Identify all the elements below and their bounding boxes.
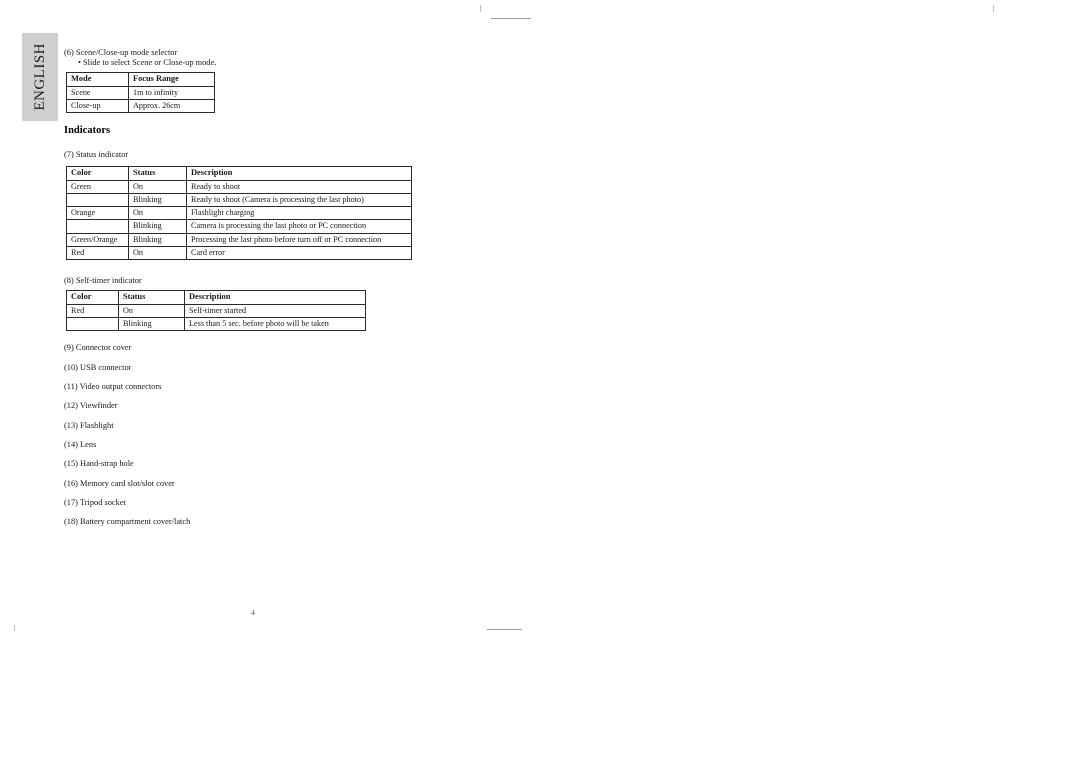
status-cell-color-3 (66, 219, 129, 234)
self-timer-indicator-table: Color Status Description Red On Self-tim… (66, 290, 366, 332)
status-cell-desc-5: Card error (186, 245, 412, 261)
selftimer-cell-status-1: Blinking (118, 316, 185, 332)
status-cell-desc-1: Ready to shoot (Camera is processing the… (186, 192, 412, 208)
table-row: Green/Orange Blinking Processing the las… (66, 232, 412, 247)
language-tab-left: ENGLISH (22, 33, 58, 121)
parts-list-item-15: (15) Hand-strap hole (64, 459, 134, 468)
table-row: Red On Self-timer started (66, 303, 366, 318)
parts-list-item-16: (16) Memory card slot/slot cover (64, 479, 175, 488)
parts-list-item-18: (18) Battery compartment cover/latch (64, 517, 191, 526)
focus-th-range: Focus Range (128, 72, 215, 87)
status-cell-color-1 (66, 193, 129, 208)
status-cell-desc-0: Ready to shoot (186, 179, 412, 194)
selftimer-th-status: Status (118, 290, 185, 305)
status-cell-status-4: Blinking (128, 232, 187, 247)
status-cell-status-3: Blinking (128, 219, 187, 234)
parts-list-item-17: (17) Tripod socket (64, 498, 126, 507)
item6-title: (6) Scene/Close-up mode selector (64, 48, 178, 57)
status-cell-color-2: Orange (66, 205, 129, 221)
parts-list-item-9: (9) Connector cover (64, 343, 132, 352)
status-cell-status-5: On (128, 245, 187, 261)
item8-title: (8) Self-timer indicator (64, 276, 142, 285)
focus-range-table: Mode Focus Range Scene 1m to infinity Cl… (66, 72, 215, 114)
status-cell-status-0: On (128, 179, 187, 194)
selftimer-cell-desc-0: Self-timer started (184, 303, 366, 318)
status-cell-status-1: Blinking (128, 192, 187, 208)
selftimer-cell-color-1 (66, 317, 119, 332)
table-row: Close-up Approx. 26cm (66, 98, 215, 114)
table-header-row: Mode Focus Range (66, 72, 215, 87)
focus-cell-mode-scene: Scene (66, 85, 129, 100)
table-header-row: Color Status Description (66, 290, 366, 305)
parts-list-item-10: (10) USB connector (64, 363, 132, 372)
table-row: Blinking Camera is processing the last p… (66, 219, 412, 234)
table-row: Red On Card error (66, 245, 412, 261)
status-cell-color-4: Green/Orange (66, 232, 129, 247)
item6-bullet: • Slide to select Scene or Close-up mode… (78, 58, 217, 67)
selftimer-th-color: Color (66, 290, 119, 305)
status-indicator-table: Color Status Description Green On Ready … (66, 166, 412, 261)
status-th-color: Color (66, 166, 129, 181)
parts-list-item-12: (12) Viewfinder (64, 401, 118, 410)
table-row: Blinking Ready to shoot (Camera is proce… (66, 192, 412, 208)
manual-page-spread: ENGLISH (6) Scene/Close-up mode selector… (0, 0, 1080, 763)
focus-cell-mode-closeup: Close-up (66, 98, 129, 114)
status-cell-status-2: On (128, 205, 187, 221)
table-row: Orange On Flashlight charging (66, 205, 412, 221)
status-cell-desc-4: Processing the last photo before turn of… (186, 232, 412, 247)
indicators-heading: Indicators (64, 125, 111, 136)
focus-cell-range-scene: 1m to infinity (128, 85, 215, 100)
right-page: ENGLISH CARD (540, 0, 1080, 763)
status-cell-desc-2: Flashlight charging (186, 205, 412, 221)
left-page: ENGLISH (6) Scene/Close-up mode selector… (0, 0, 540, 763)
table-row: Blinking Less than 5 sec. before photo w… (66, 316, 366, 332)
status-cell-desc-3: Camera is processing the last photo or P… (186, 219, 412, 234)
status-th-status: Status (128, 166, 187, 181)
parts-list-item-11: (11) Video output connectors (64, 382, 162, 391)
focus-th-mode: Mode (66, 72, 129, 87)
table-header-row: Color Status Description (66, 166, 412, 181)
selftimer-cell-desc-1: Less than 5 sec. before photo will be ta… (184, 316, 366, 332)
status-cell-color-0: Green (66, 179, 129, 194)
parts-list-item-13: (13) Flashlight (64, 421, 114, 430)
status-cell-color-5: Red (66, 245, 129, 261)
selftimer-cell-color-0: Red (66, 303, 119, 318)
status-th-description: Description (186, 166, 412, 181)
selftimer-cell-status-0: On (118, 303, 185, 318)
focus-cell-range-closeup: Approx. 26cm (128, 98, 215, 114)
left-page-number: 4 (251, 608, 255, 617)
language-tab-left-label: ENGLISH (31, 43, 48, 111)
parts-list-item-14: (14) Lens (64, 440, 97, 449)
item7-title: (7) Status indicator (64, 150, 129, 159)
table-row: Scene 1m to infinity (66, 85, 215, 100)
table-row: Green On Ready to shoot (66, 179, 412, 194)
selftimer-th-description: Description (184, 290, 366, 305)
